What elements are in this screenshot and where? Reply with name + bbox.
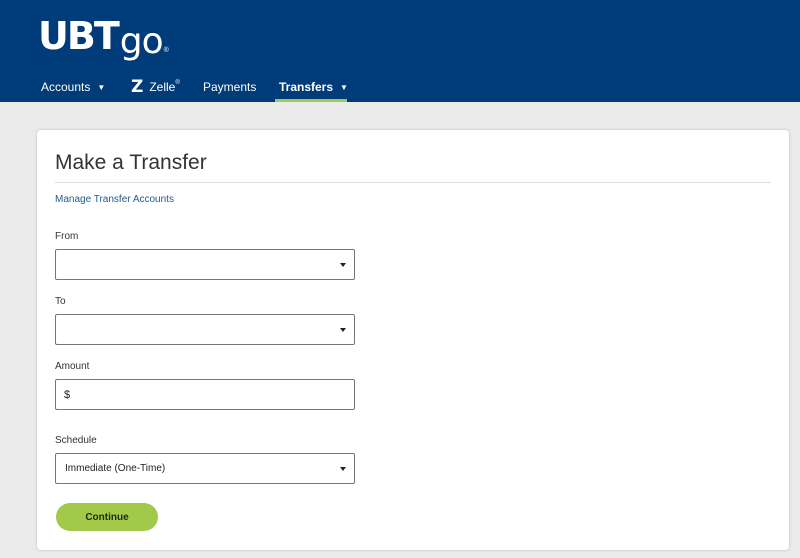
amount-field[interactable]: $ (55, 379, 355, 410)
nav-transfers[interactable]: Transfers ▼ (275, 72, 348, 102)
caret-down-icon (340, 263, 346, 267)
caret-down-icon (340, 328, 346, 332)
main-nav: Accounts ▼ Z Zelle ® Payments Transfers … (0, 72, 800, 102)
zelle-registered-mark: ® (175, 80, 180, 86)
chevron-down-icon: ▼ (97, 83, 106, 92)
app-header: UBT go ® Accounts ▼ Z Zelle ® Payments T… (0, 0, 800, 102)
continue-button[interactable]: Continue (56, 503, 158, 531)
amount-label: Amount (55, 361, 90, 372)
title-divider (55, 182, 771, 183)
schedule-label: Schedule (55, 435, 97, 446)
nav-accounts[interactable]: Accounts ▼ (41, 72, 105, 102)
nav-zelle-label: Zelle (149, 80, 176, 94)
ubtgo-logo[interactable]: UBT go ® (38, 10, 169, 62)
to-label: To (55, 296, 66, 307)
amount-input[interactable] (74, 388, 335, 401)
nav-zelle[interactable]: Z Zelle ® (131, 72, 180, 102)
from-select[interactable] (55, 249, 355, 280)
page-title: Make a Transfer (55, 151, 207, 174)
logo-go-text: go (119, 21, 164, 62)
schedule-select[interactable]: Immediate (One-Time) (55, 453, 355, 484)
nav-payments-label: Payments (203, 80, 257, 94)
manage-transfer-accounts-link[interactable]: Manage Transfer Accounts (55, 194, 174, 205)
logo-ubt-text: UBT (38, 14, 120, 58)
chevron-down-icon: ▼ (340, 83, 348, 92)
logo-trademark: ® (163, 47, 169, 54)
nav-accounts-label: Accounts (41, 80, 91, 94)
nav-payments[interactable]: Payments (203, 72, 256, 102)
schedule-select-value: Immediate (One-Time) (65, 463, 166, 474)
zelle-icon: Z (131, 77, 144, 97)
nav-transfers-label: Transfers (279, 80, 334, 94)
to-select[interactable] (55, 314, 355, 345)
from-label: From (55, 231, 79, 242)
dollar-sign: $ (64, 388, 71, 401)
caret-down-icon (340, 467, 346, 471)
transfer-card: Make a Transfer Manage Transfer Accounts… (37, 130, 789, 550)
